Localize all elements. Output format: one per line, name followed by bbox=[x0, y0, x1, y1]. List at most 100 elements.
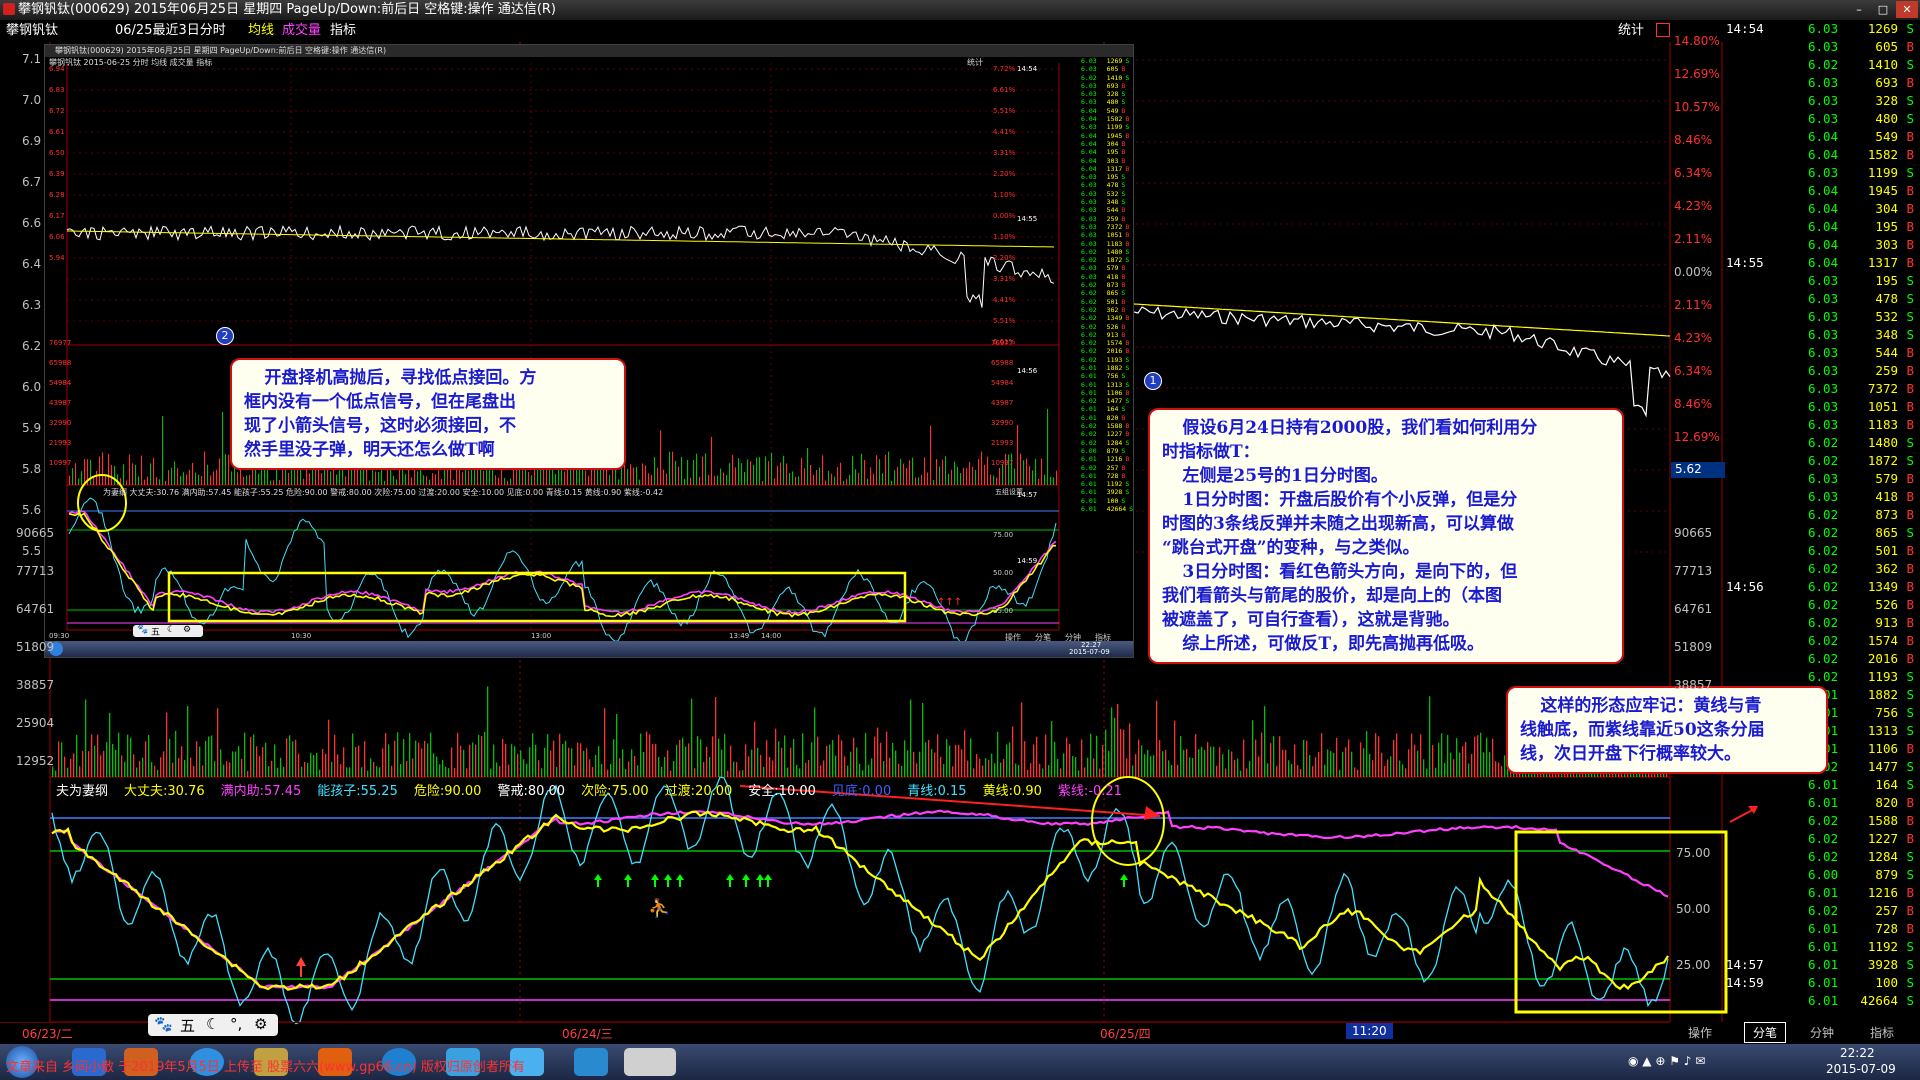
volume-bar bbox=[583, 750, 585, 777]
tab-ticks[interactable]: 分笔 bbox=[1744, 1022, 1787, 1043]
volume-bar bbox=[982, 765, 984, 777]
volume-bar bbox=[109, 712, 111, 777]
volume-bar bbox=[424, 740, 426, 777]
volume-bar bbox=[376, 766, 378, 777]
buy-signal-stem bbox=[729, 880, 731, 887]
tab-operate[interactable]: 操作 bbox=[1688, 1024, 1712, 1041]
indicator-legend-label: 危险: bbox=[413, 784, 445, 799]
inner-volume-bar bbox=[807, 447, 809, 485]
inner-volume-bar bbox=[504, 478, 506, 485]
paw-icon[interactable]: 🐾 bbox=[154, 1015, 173, 1033]
inner-volume-bar bbox=[885, 454, 887, 485]
quote-row: 6.02 873 B bbox=[1722, 506, 1920, 524]
volume-bar bbox=[1261, 732, 1263, 777]
volume-bar bbox=[61, 742, 63, 777]
right-pct-tick: 4.23% bbox=[1674, 331, 1713, 345]
volume-bar bbox=[370, 758, 372, 777]
quote-side: B bbox=[1906, 921, 1914, 936]
inner-volume-bar bbox=[123, 464, 125, 485]
tab-indicators[interactable]: 指标 bbox=[1870, 1024, 1894, 1041]
ma-label[interactable]: 均线 bbox=[248, 20, 274, 42]
minimize-button[interactable]: – bbox=[1848, 1, 1870, 18]
indicator-legend-label: 安全: bbox=[748, 784, 779, 799]
quote-row: 6.02 913 B bbox=[1722, 614, 1920, 632]
inner-volume-bar bbox=[378, 472, 380, 485]
five-button[interactable]: 五 bbox=[180, 1015, 195, 1036]
ind-label[interactable]: 指标 bbox=[330, 20, 356, 42]
volume-bar bbox=[859, 763, 861, 777]
quote-price: 6.03 bbox=[1808, 291, 1839, 306]
inner-quote-price: 6.03 bbox=[1081, 239, 1097, 248]
inner-quote-side: S bbox=[1121, 98, 1126, 107]
inner-time-tick: 13:49 bbox=[729, 632, 750, 640]
volume-bar bbox=[1096, 735, 1098, 777]
inner-volume-bar bbox=[1044, 474, 1046, 485]
inner-quote-side: B bbox=[1121, 264, 1126, 273]
inner-quote-price: 6.03 bbox=[1081, 222, 1097, 231]
quote-price: 6.02 bbox=[1808, 525, 1839, 540]
volume-bar bbox=[208, 736, 210, 777]
inner-volume-bar bbox=[336, 474, 338, 485]
buy-signal-arrow bbox=[756, 874, 764, 880]
inner-volume-bar bbox=[1017, 424, 1019, 485]
panel-toggle-icon[interactable] bbox=[1656, 23, 1670, 37]
inner-volume-bar bbox=[489, 467, 491, 485]
quote-volume: 1574 bbox=[1867, 633, 1898, 648]
app-icon-9[interactable] bbox=[574, 1048, 608, 1076]
maximize-button[interactable]: □ bbox=[1872, 1, 1894, 18]
volume-bar bbox=[883, 761, 885, 777]
volume-bar bbox=[481, 736, 483, 777]
inner-quote-side: B bbox=[1125, 339, 1130, 348]
indicator-legend-item: 见底:0.00 bbox=[832, 784, 899, 799]
volume-bar bbox=[718, 738, 720, 777]
volume-bar bbox=[334, 734, 336, 777]
volume-bar bbox=[1036, 736, 1038, 777]
inner-volume-bar bbox=[981, 451, 983, 485]
volume-bar bbox=[1333, 752, 1335, 777]
inner-volume-bar bbox=[531, 475, 533, 485]
moon-icon[interactable]: ☾ bbox=[206, 1015, 219, 1033]
close-button[interactable]: ✕ bbox=[1896, 1, 1918, 18]
volume-bar bbox=[352, 733, 354, 777]
tab-minutes[interactable]: 分钟 bbox=[1810, 1024, 1834, 1041]
inner-volume-bar bbox=[207, 464, 209, 485]
volume-bar bbox=[430, 732, 432, 777]
volume-bar bbox=[664, 756, 666, 777]
tray-icons[interactable]: ◉ ▲ ⊕ ⚑ ♪ ✉ bbox=[1628, 1054, 1748, 1070]
volume-bar bbox=[1087, 757, 1089, 777]
volume-bar bbox=[427, 743, 429, 777]
inner-volume-bar bbox=[855, 469, 857, 485]
inner-quote-row: 6.01 1106 B bbox=[1059, 389, 1133, 397]
inner-quote-row: 6.03 1183 B bbox=[1059, 240, 1133, 248]
dots-icon[interactable]: °, bbox=[230, 1015, 242, 1033]
inner-volume-bar bbox=[510, 478, 512, 485]
clock-date: 2015-07-09 bbox=[1826, 1062, 1896, 1076]
volume-bar bbox=[1303, 739, 1305, 777]
volume-bar bbox=[637, 765, 639, 777]
inner-volume-bar bbox=[474, 469, 476, 485]
tdx-app-icon[interactable] bbox=[624, 1048, 676, 1076]
stats-button[interactable]: 统计 bbox=[1618, 20, 1644, 42]
volume-bar bbox=[670, 770, 672, 777]
vol-label[interactable]: 成交量 bbox=[282, 20, 321, 42]
volume-bar bbox=[958, 744, 960, 777]
inner-volume-bar bbox=[924, 457, 926, 485]
volume-bar bbox=[1120, 729, 1122, 777]
volume-bar bbox=[802, 733, 804, 777]
inner-volume-bar bbox=[642, 463, 644, 485]
left-volume-tick: 77713 bbox=[16, 564, 55, 578]
inner-volume-bar bbox=[900, 459, 902, 485]
volume-bar bbox=[1345, 747, 1347, 777]
callout-center-line: 我们看箭头与箭尾的股价，却是向上的（本图 bbox=[1162, 586, 1502, 606]
volume-bar bbox=[1039, 763, 1041, 777]
gear-icon[interactable]: ⚙ bbox=[254, 1015, 267, 1033]
volume-bar bbox=[1417, 750, 1419, 777]
volume-bar bbox=[607, 769, 609, 777]
quote-row: 6.03 605 B bbox=[1722, 38, 1920, 56]
volume-bar bbox=[355, 746, 357, 777]
inner-price-tick: 6.94 bbox=[49, 65, 65, 73]
marker-two: 2 bbox=[216, 327, 234, 345]
inner-volume-bar bbox=[798, 476, 800, 485]
volume-bar bbox=[739, 770, 741, 777]
volume-bar bbox=[652, 744, 654, 777]
